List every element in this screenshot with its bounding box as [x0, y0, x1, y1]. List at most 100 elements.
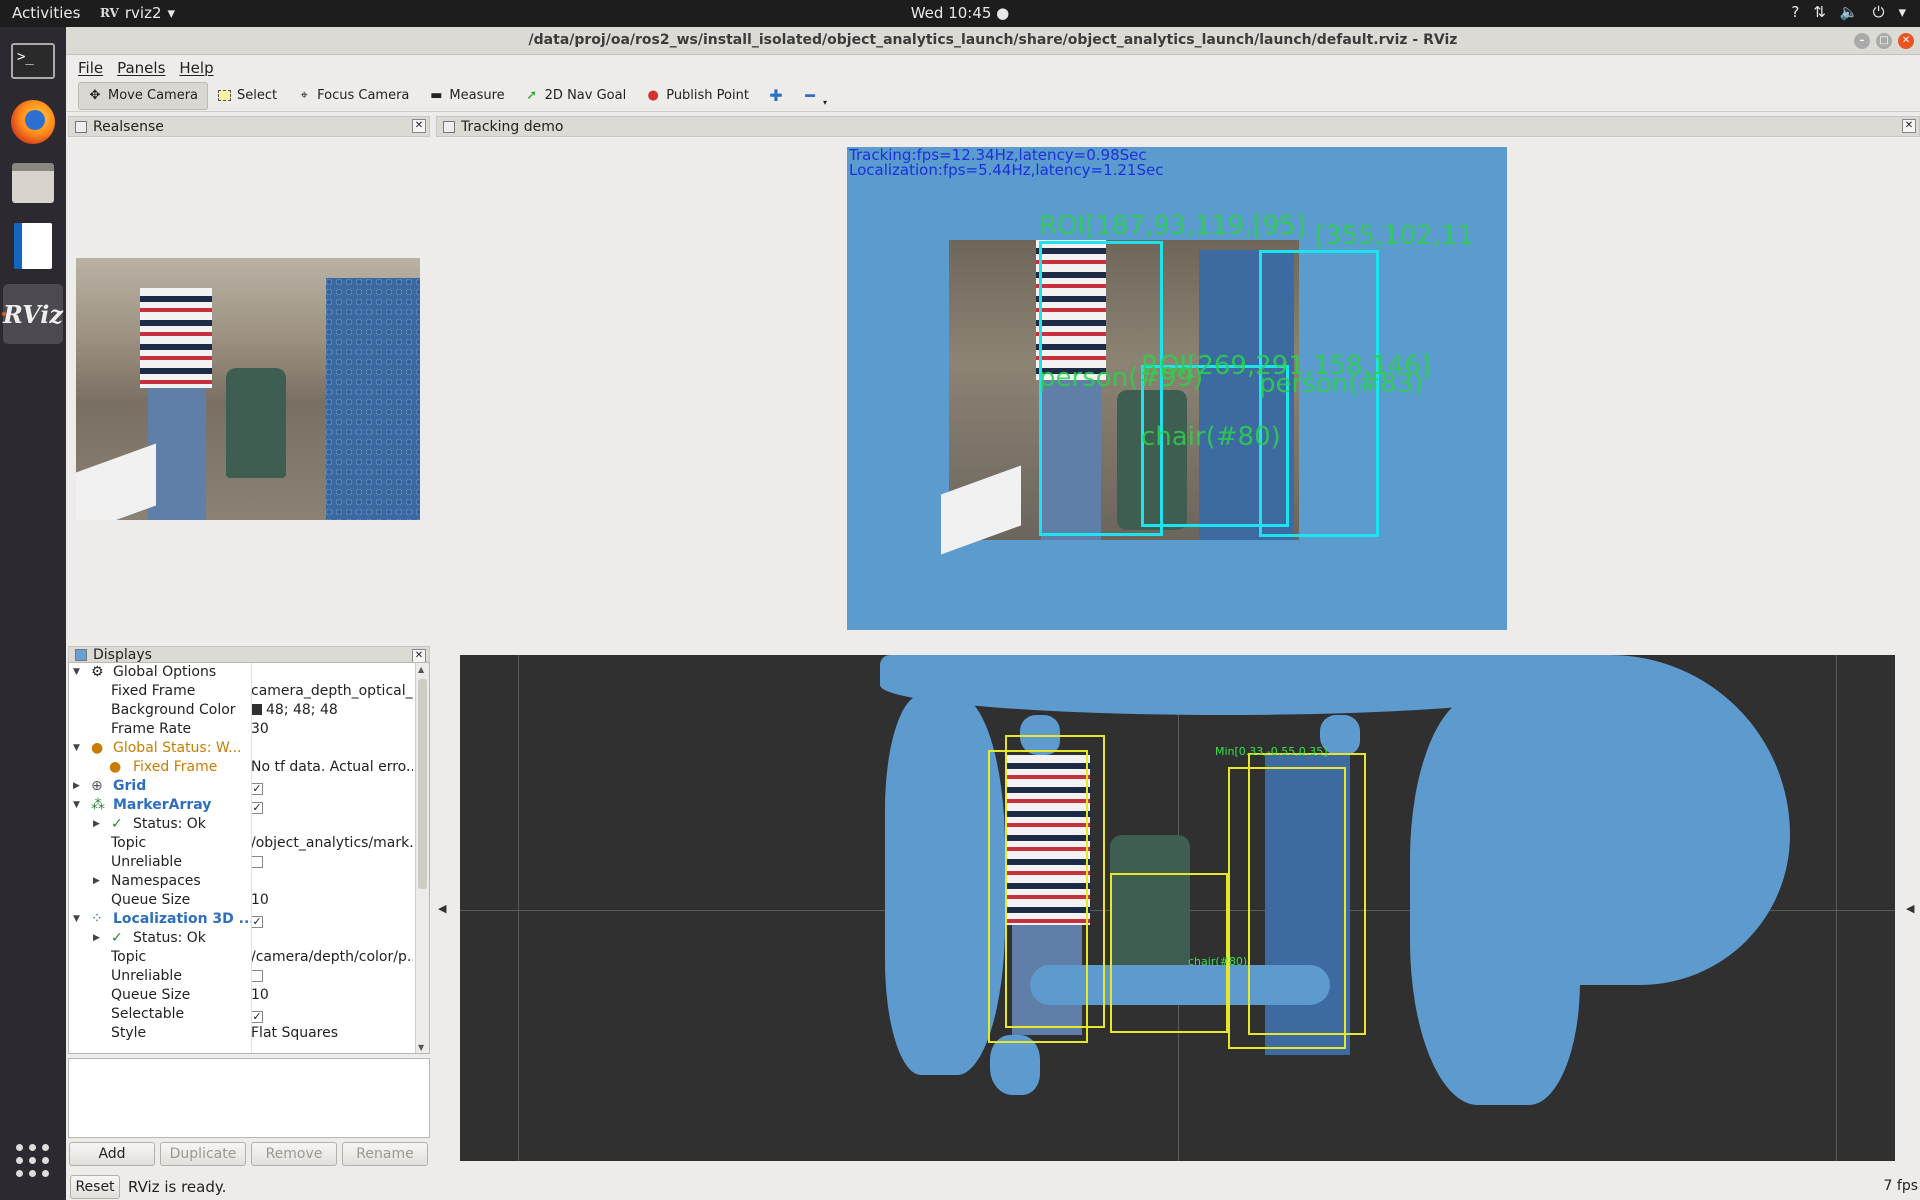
- dock-files[interactable]: [9, 159, 57, 207]
- volume-icon[interactable]: 🔈: [1840, 3, 1859, 21]
- dock-writer[interactable]: [9, 222, 57, 270]
- tree-row-loc-topic[interactable]: Topic /camera/depth/color/p...: [69, 948, 415, 967]
- rename-button[interactable]: Rename: [342, 1142, 428, 1166]
- tree-row-ma-status[interactable]: ▶ ✓ Status: Ok: [69, 815, 415, 834]
- expand-right-icon[interactable]: ▶: [93, 929, 100, 948]
- tree-row-fixed-frame[interactable]: Fixed Frame camera_depth_optical_...: [69, 682, 415, 701]
- checkbox-checked[interactable]: ✓: [251, 802, 263, 814]
- tree-value[interactable]: [251, 853, 413, 872]
- tree-row-ma-unreliable[interactable]: Unreliable: [69, 853, 415, 872]
- tree-row-ma-namespaces[interactable]: ▶ Namespaces: [69, 872, 415, 891]
- scroll-up-icon[interactable]: ▲: [418, 665, 424, 674]
- tree-value[interactable]: /camera/depth/color/p...: [251, 948, 413, 967]
- tree-row-loc-status[interactable]: ▶ ✓ Status: Ok: [69, 929, 415, 948]
- system-tray[interactable]: ? ⇅ 🔈 ⏻ ▾: [1791, 3, 1906, 21]
- reset-button[interactable]: Reset: [70, 1175, 120, 1199]
- tree-row-grid[interactable]: ▶ ⊕ Grid ✓: [69, 777, 415, 796]
- tree-value[interactable]: 10: [251, 891, 413, 910]
- tree-row-ma-topic[interactable]: Topic /object_analytics/mark...: [69, 834, 415, 853]
- activities-button[interactable]: Activities: [12, 4, 80, 22]
- menu-file[interactable]: File: [78, 59, 103, 77]
- tree-row-loc-style[interactable]: Style Flat Squares: [69, 1024, 415, 1043]
- expand-down-icon[interactable]: ▼: [73, 663, 80, 682]
- tree-value[interactable]: 30: [251, 720, 413, 739]
- tree-row-loc-queue-size[interactable]: Queue Size 10: [69, 986, 415, 1005]
- tree-value[interactable]: /object_analytics/mark...: [251, 834, 413, 853]
- tree-row-status-fixed-frame[interactable]: ● Fixed Frame No tf data. Actual erro...: [69, 758, 415, 777]
- tree-row-loc-unreliable[interactable]: Unreliable: [69, 967, 415, 986]
- close-icon[interactable]: ✕: [412, 119, 426, 133]
- measure-tool[interactable]: ▬ Measure: [419, 82, 514, 110]
- dock-firefox[interactable]: [9, 98, 57, 146]
- expand-down-icon[interactable]: ▼: [73, 910, 80, 929]
- question-icon[interactable]: ?: [1791, 3, 1799, 21]
- menu-help[interactable]: Help: [179, 59, 213, 77]
- move-camera-tool[interactable]: ✥ Move Camera: [78, 81, 209, 110]
- remove-button[interactable]: Remove: [251, 1142, 337, 1166]
- focus-camera-tool[interactable]: ⌖ Focus Camera: [287, 82, 419, 110]
- tree-value[interactable]: ✓: [251, 777, 413, 796]
- tree-value[interactable]: camera_depth_optical_...: [251, 682, 413, 701]
- status-message: RViz is ready.: [128, 1178, 227, 1196]
- publish-point-tool[interactable]: ● Publish Point: [636, 82, 759, 110]
- minimize-icon[interactable]: –: [1854, 33, 1870, 49]
- expand-right-icon[interactable]: ▶: [93, 815, 100, 834]
- scrollbar-thumb[interactable]: [418, 679, 427, 889]
- tree-value[interactable]: 10: [251, 986, 413, 1005]
- tree-value[interactable]: ✓: [251, 910, 413, 929]
- expand-down-icon[interactable]: ▼: [73, 796, 80, 815]
- tree-value[interactable]: [251, 967, 413, 986]
- apps-grid-icon[interactable]: [16, 1144, 50, 1178]
- scroll-down-icon[interactable]: ▼: [418, 1043, 424, 1052]
- files-icon: [12, 163, 54, 203]
- dock-rviz[interactable]: RViz: [3, 284, 63, 344]
- expand-down-icon[interactable]: ▼: [73, 739, 80, 758]
- window-title-bar[interactable]: /data/proj/oa/ros2_ws/install_isolated/o…: [66, 27, 1920, 55]
- dock-terminal[interactable]: >_: [9, 37, 57, 85]
- object-label: person(#83): [1259, 369, 1424, 399]
- checkbox-unchecked[interactable]: [251, 970, 263, 982]
- tree-row-ma-queue-size[interactable]: Queue Size 10: [69, 891, 415, 910]
- expand-right-icon[interactable]: ▶: [73, 777, 80, 796]
- tree-row-global-options[interactable]: ▼ ⚙ Global Options: [69, 663, 415, 682]
- tree-row-global-status[interactable]: ▼ ● Global Status: W...: [69, 739, 415, 758]
- collapse-right-icon[interactable]: ◀: [1906, 902, 1914, 915]
- tree-row-loc-selectable[interactable]: Selectable ✓: [69, 1005, 415, 1024]
- tree-row-localization-3d[interactable]: ▼ ⁘ Localization 3D ... ✓: [69, 910, 415, 929]
- tree-value[interactable]: 48; 48; 48: [251, 701, 413, 720]
- tree-row-background-color[interactable]: Background Color 48; 48; 48: [69, 701, 415, 720]
- tree-value[interactable]: Flat Squares: [251, 1024, 413, 1043]
- tree-row-marker-array[interactable]: ▼ ⁂ MarkerArray ✓: [69, 796, 415, 815]
- duplicate-button[interactable]: Duplicate: [160, 1142, 246, 1166]
- network-icon[interactable]: ⇅: [1813, 3, 1826, 21]
- checkbox-checked[interactable]: ✓: [251, 1011, 263, 1023]
- checkbox-checked[interactable]: ✓: [251, 916, 263, 928]
- add-button[interactable]: Add: [69, 1142, 155, 1166]
- tracking-panel-header[interactable]: Tracking demo ✕: [436, 116, 1920, 137]
- 3d-view[interactable]: Min[0.33,-0.55,0.35] chair(#80): [460, 655, 1895, 1161]
- close-icon[interactable]: ✕: [1898, 33, 1914, 49]
- expand-right-icon[interactable]: ▶: [93, 872, 100, 891]
- checkbox-checked[interactable]: ✓: [251, 783, 263, 795]
- tree-row-frame-rate[interactable]: Frame Rate 30: [69, 720, 415, 739]
- checkbox-unchecked[interactable]: [251, 856, 263, 868]
- clock[interactable]: Wed 10:45 ●: [0, 4, 1920, 22]
- add-tool-button[interactable]: ✚: [759, 82, 793, 110]
- select-tool[interactable]: Select: [208, 82, 287, 110]
- realsense-panel-header[interactable]: Realsense ✕: [68, 116, 430, 137]
- close-icon[interactable]: ✕: [1902, 119, 1916, 133]
- collapse-left-icon[interactable]: ◀: [438, 902, 446, 915]
- maximize-icon[interactable]: □: [1876, 33, 1892, 49]
- nav-goal-tool[interactable]: ➚ 2D Nav Goal: [515, 82, 637, 110]
- remove-tool-button[interactable]: ━ ▾: [793, 82, 837, 110]
- app-menu[interactable]: RV rviz2 ▾: [100, 4, 175, 22]
- fps-counter: 7 fps: [1883, 1178, 1918, 1194]
- tree-value[interactable]: ✓: [251, 796, 413, 815]
- power-icon[interactable]: ⏻: [1873, 3, 1885, 21]
- close-icon[interactable]: ✕: [412, 649, 426, 663]
- menu-panels[interactable]: Panels: [117, 59, 165, 77]
- chevron-down-icon[interactable]: ▾: [1898, 3, 1906, 21]
- tree-value[interactable]: ✓: [251, 1005, 413, 1024]
- displays-scrollbar[interactable]: ▲ ▼: [415, 663, 429, 1053]
- displays-tree[interactable]: ▼ ⚙ Global Options Fixed Frame camera_de…: [68, 662, 430, 1054]
